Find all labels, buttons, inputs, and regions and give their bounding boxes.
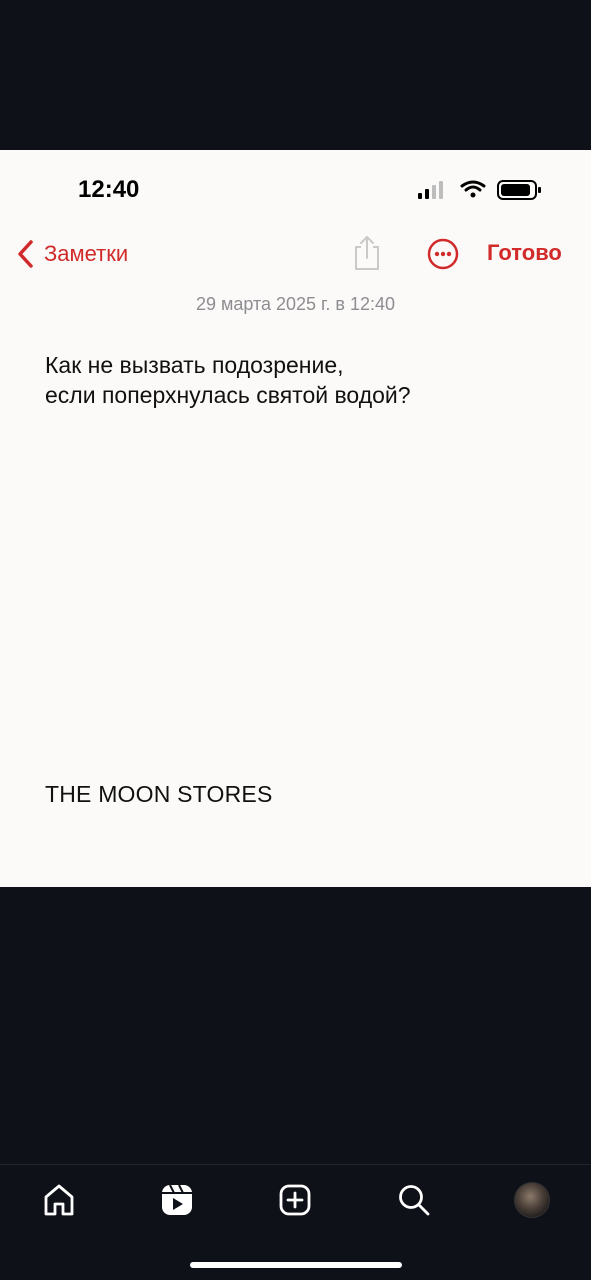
- cellular-signal-icon: [418, 181, 443, 199]
- search-icon[interactable]: [396, 1182, 432, 1218]
- battery-icon: [497, 180, 541, 200]
- note-body[interactable]: Как не вызвать подозрение, если поперхну…: [45, 350, 565, 410]
- back-button-label: Заметки: [44, 241, 129, 266]
- note-signature: THE MOON STORES: [45, 781, 273, 807]
- share-icon[interactable]: [352, 234, 382, 272]
- home-icon[interactable]: [41, 1182, 77, 1218]
- reels-icon[interactable]: [159, 1182, 195, 1218]
- home-indicator: [190, 1262, 402, 1268]
- chevron-left-icon: [18, 240, 33, 268]
- create-icon[interactable]: [277, 1182, 313, 1218]
- status-icons: [418, 180, 541, 200]
- more-options-icon[interactable]: [427, 238, 459, 270]
- wifi-icon: [460, 180, 486, 198]
- profile-avatar[interactable]: [514, 1182, 550, 1218]
- screen: 12:40 Заметки Готово 29 марта 2025 г. в …: [0, 0, 591, 1280]
- done-button[interactable]: Готово: [487, 240, 562, 266]
- back-button[interactable]: Заметки: [16, 236, 128, 272]
- status-time: 12:40: [78, 176, 140, 203]
- note-date: 29 марта 2025 г. в 12:40: [195, 294, 396, 314]
- note-line: если поперхнулась святой водой?: [45, 382, 411, 408]
- note-line: Как не вызвать подозрение,: [45, 352, 344, 378]
